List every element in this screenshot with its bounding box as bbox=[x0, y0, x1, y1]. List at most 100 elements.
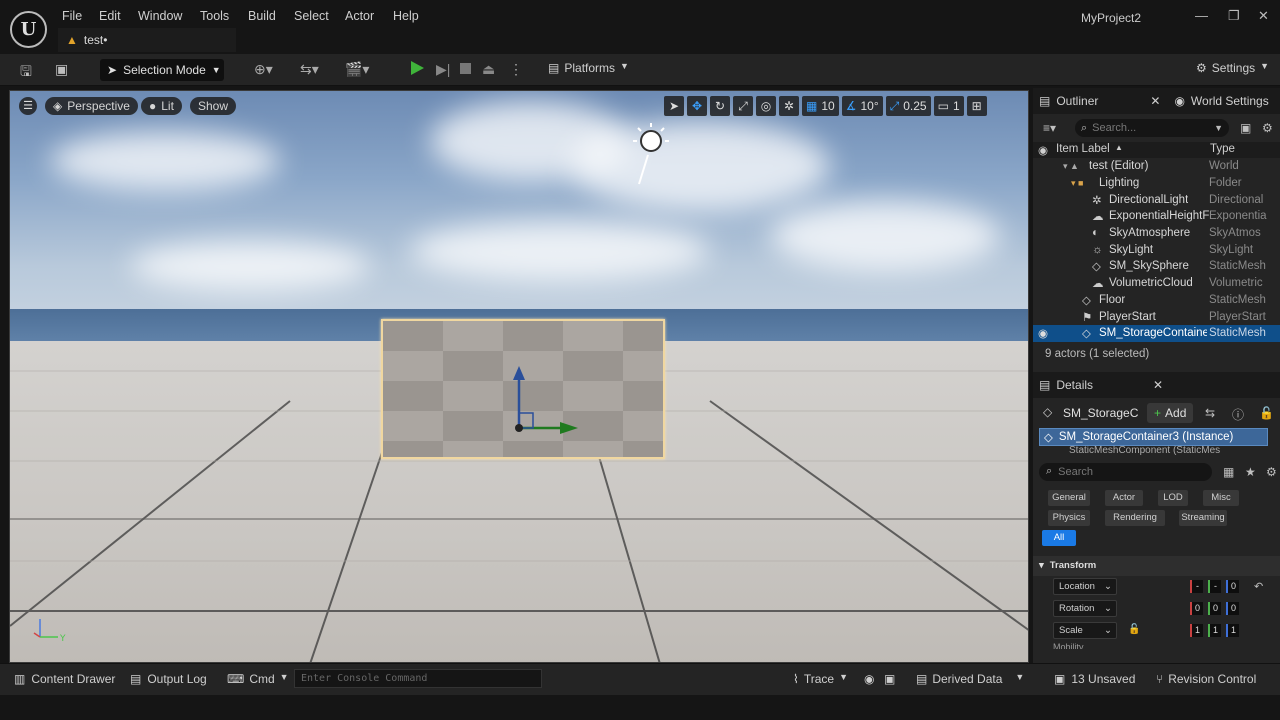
content-browse-icon[interactable]: ▣ bbox=[55, 61, 68, 78]
select-tool-icon[interactable]: ➤ bbox=[664, 96, 684, 116]
close-window-icon[interactable]: ✕ bbox=[1258, 8, 1269, 24]
rotation-x[interactable]: 0 bbox=[1190, 601, 1203, 615]
cinematics-icon[interactable]: 🎬▾ bbox=[345, 61, 369, 78]
transform-gizmo[interactable] bbox=[500, 366, 590, 441]
save-icon[interactable]: 🖫 bbox=[20, 61, 32, 85]
blueprint-icon[interactable]: ⇆ bbox=[1205, 406, 1215, 420]
eye-icon[interactable]: ◉ bbox=[1038, 326, 1048, 340]
console-command-input[interactable]: Enter Console Command bbox=[294, 669, 542, 688]
filter-misc[interactable]: Misc bbox=[1203, 489, 1239, 506]
stop-icon[interactable] bbox=[460, 63, 471, 74]
blueprint-icon[interactable]: ⇆▾ bbox=[300, 61, 319, 78]
rotate-tool-icon[interactable]: ↻ bbox=[710, 96, 730, 116]
menu-tools[interactable]: Tools bbox=[200, 9, 229, 23]
actor-name-field[interactable]: SM_StorageC bbox=[1063, 406, 1143, 420]
grid-snap-button[interactable]: ▦ 10 bbox=[802, 96, 839, 116]
location-z[interactable]: 0 bbox=[1226, 579, 1239, 593]
outliner-row[interactable]: ◇ Floor StaticMesh bbox=[1033, 292, 1280, 309]
lit-button[interactable]: ● Lit bbox=[141, 97, 182, 115]
transform-section-header[interactable]: ▾ Transform bbox=[1033, 555, 1280, 576]
menu-edit[interactable]: Edit bbox=[99, 9, 121, 23]
viewport-options-icon[interactable]: ☰ bbox=[19, 97, 37, 115]
filter-streaming[interactable]: Streaming bbox=[1179, 509, 1227, 526]
rotation-z[interactable]: 0 bbox=[1226, 601, 1239, 615]
add-folder-icon[interactable]: ▣ bbox=[1240, 121, 1251, 135]
maximize-viewport-icon[interactable]: ⊞ bbox=[966, 96, 987, 116]
gear-icon[interactable]: ⚙ bbox=[1262, 121, 1273, 135]
translate-tool-icon[interactable]: ✥ bbox=[687, 96, 707, 116]
close-icon[interactable]: ✕ bbox=[1150, 94, 1160, 108]
instance-row[interactable]: ◇ SM_StorageContainer3 (Instance) bbox=[1039, 427, 1268, 446]
add-component-button[interactable]: + Add bbox=[1147, 402, 1194, 423]
reset-icon[interactable]: ↶ bbox=[1254, 580, 1263, 593]
filter-actor[interactable]: Actor bbox=[1105, 489, 1143, 506]
camera-speed-button[interactable]: ▭ 1 bbox=[933, 96, 964, 116]
close-icon[interactable]: ✕ bbox=[1153, 378, 1163, 392]
surface-snap-icon[interactable]: ✲ bbox=[779, 96, 799, 116]
rotation-snap-button[interactable]: ∡ 10° bbox=[841, 96, 883, 116]
scale-z[interactable]: 1 bbox=[1226, 623, 1239, 637]
outliner-row[interactable]: ✲ DirectionalLight Directional bbox=[1033, 191, 1280, 208]
menu-actor[interactable]: Actor bbox=[345, 9, 374, 23]
help-icon[interactable]: ⓘ bbox=[1232, 406, 1244, 423]
unsaved-button[interactable]: ▣ 13 Unsaved bbox=[1054, 672, 1135, 686]
derived-data-dropdown[interactable]: ▤ Derived Data ▼ bbox=[916, 672, 1024, 686]
perspective-button[interactable]: ◈ Perspective bbox=[45, 97, 138, 115]
outliner-row[interactable]: ▾ ▲ test (Editor) World bbox=[1033, 158, 1280, 175]
tab-details[interactable]: Details bbox=[1056, 378, 1093, 392]
eject-icon[interactable]: ⏏ bbox=[482, 61, 495, 78]
rotation-y[interactable]: 0 bbox=[1208, 601, 1221, 615]
play-options-icon[interactable]: ⋮ bbox=[509, 61, 523, 78]
filter-icon[interactable]: ≡▾ bbox=[1043, 121, 1056, 135]
tab-outliner[interactable]: Outliner bbox=[1056, 94, 1098, 108]
lock-icon[interactable]: 🔓 bbox=[1128, 624, 1140, 635]
location-y[interactable]: - bbox=[1208, 579, 1221, 593]
selection-mode-dropdown[interactable]: ➤ Selection Mode ▼ bbox=[100, 59, 224, 81]
scale-x[interactable]: 1 bbox=[1190, 623, 1203, 637]
gear-icon[interactable]: ⚙ bbox=[1266, 465, 1277, 479]
rotation-dropdown[interactable]: Rotation ⌄ bbox=[1053, 600, 1117, 618]
filter-all[interactable]: All bbox=[1042, 529, 1076, 546]
col-item-label[interactable]: Item Label bbox=[1056, 143, 1110, 155]
record-icon[interactable]: ◉ bbox=[864, 672, 874, 686]
content-drawer-button[interactable]: ▥ Content Drawer bbox=[14, 672, 115, 686]
outliner-row[interactable]: ⚑ PlayerStart PlayerStart bbox=[1033, 308, 1280, 325]
minimize-icon[interactable]: — bbox=[1195, 8, 1208, 23]
outliner-search-input[interactable]: ⌕ Search... ▼ bbox=[1075, 119, 1229, 137]
trace-dropdown[interactable]: ⌇ Trace ▼ bbox=[793, 672, 848, 686]
platforms-dropdown[interactable]: ▤ Platforms ▼ bbox=[548, 61, 629, 75]
filter-rendering[interactable]: Rendering bbox=[1105, 509, 1165, 526]
menu-help[interactable]: Help bbox=[393, 9, 419, 23]
outliner-row[interactable]: ☼ SkyLight SkyLight bbox=[1033, 241, 1280, 258]
location-dropdown[interactable]: Location ⌄ bbox=[1053, 578, 1117, 596]
menu-file[interactable]: File bbox=[62, 9, 82, 23]
settings-dropdown[interactable]: ⚙ Settings ▼ bbox=[1196, 61, 1269, 75]
location-x[interactable]: - bbox=[1190, 579, 1203, 593]
show-button[interactable]: Show bbox=[190, 97, 237, 115]
menu-select[interactable]: Select bbox=[294, 9, 329, 23]
table-view-icon[interactable]: ▦ bbox=[1223, 465, 1234, 479]
output-log-button[interactable]: ▤ Output Log bbox=[130, 672, 207, 686]
details-search-input[interactable]: ⌕ Search bbox=[1039, 462, 1212, 481]
col-type[interactable]: Type bbox=[1210, 143, 1235, 155]
cmd-dropdown[interactable]: ⌨ Cmd ▼ bbox=[227, 672, 289, 686]
restore-icon[interactable]: ❐ bbox=[1228, 8, 1240, 24]
add-actor-icon[interactable]: ⊕▾ bbox=[254, 61, 273, 78]
play-icon[interactable] bbox=[411, 61, 424, 75]
outliner-row[interactable]: ◐ SkyAtmosphere SkyAtmos bbox=[1033, 225, 1280, 242]
step-icon[interactable]: ▶| bbox=[436, 61, 450, 78]
revision-control-dropdown[interactable]: ⑂ Revision Control bbox=[1156, 672, 1256, 686]
scale-dropdown[interactable]: Scale ⌄ bbox=[1053, 622, 1117, 640]
unreal-logo-icon[interactable]: U bbox=[10, 11, 47, 48]
outliner-row[interactable]: ☁ ExponentialHeightF Exponentia bbox=[1033, 208, 1280, 225]
world-space-icon[interactable]: ◎ bbox=[756, 96, 776, 116]
scale-snap-button[interactable]: ⤢ 0.25 bbox=[885, 96, 931, 116]
star-icon[interactable]: ★ bbox=[1245, 465, 1256, 479]
component-row[interactable]: StaticMeshComponent (StaticMes bbox=[1033, 446, 1268, 456]
screenshot-icon[interactable]: ▣ bbox=[884, 672, 895, 686]
scale-y[interactable]: 1 bbox=[1208, 623, 1221, 637]
level-viewport[interactable]: Y ☰ ◈ Perspective ● Lit Show ➤ ✥ ↻ ⤢ ◎ ✲… bbox=[9, 90, 1029, 663]
level-tab[interactable]: ▲ test• bbox=[58, 28, 236, 52]
outliner-row[interactable]: ◇ SM_SkySphere StaticMesh bbox=[1033, 258, 1280, 275]
menu-build[interactable]: Build bbox=[248, 9, 276, 23]
